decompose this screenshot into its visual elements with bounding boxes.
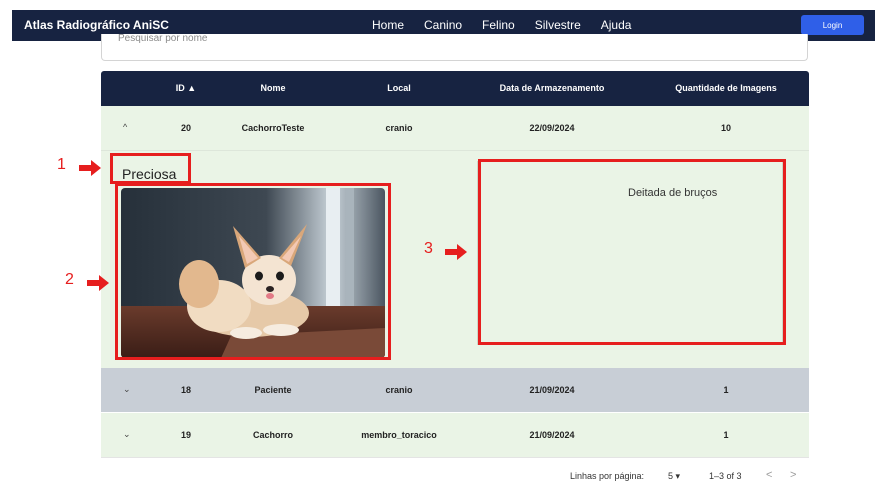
nav-felino[interactable]: Felino	[482, 18, 515, 32]
header-nome[interactable]: Nome	[260, 83, 285, 93]
nav-ajuda[interactable]: Ajuda	[601, 18, 632, 32]
cell-quantidade: 1	[723, 430, 729, 440]
cell-local: cranio	[385, 123, 413, 133]
table-row[interactable]: ⌄ 19 Cachorro membro_toracico 21/09/2024…	[101, 413, 809, 458]
cell-id: 18	[180, 385, 192, 395]
header-data[interactable]: Data de Armazenamento	[500, 83, 605, 93]
nav-home[interactable]: Home	[372, 18, 404, 32]
caret-down-icon: ▾	[675, 471, 681, 481]
chevron-down-icon[interactable]: ⌄	[123, 429, 131, 440]
chevron-down-icon[interactable]: ⌄	[123, 384, 131, 395]
nav-canino[interactable]: Canino	[424, 18, 462, 32]
cell-data: 21/09/2024	[529, 385, 575, 395]
header-quantidade[interactable]: Quantidade de Imagens	[675, 83, 777, 93]
annotation-number-2: 2	[65, 271, 74, 288]
search-field[interactable]	[101, 34, 808, 61]
arrow-right-icon	[445, 244, 467, 260]
pagination-range: 1–3 of 3	[709, 471, 742, 481]
rows-per-page-label: Linhas por página:	[570, 471, 645, 481]
cell-quantidade: 10	[720, 123, 732, 133]
annotation-number-1: 1	[57, 156, 66, 173]
table-row[interactable]: ^ 20 CachorroTeste cranio 22/09/2024 10	[101, 106, 809, 151]
arrow-right-icon	[87, 275, 109, 291]
header-id-sort[interactable]: ID ▲	[176, 83, 196, 93]
main-nav: Home Canino Felino Silvestre Ajuda	[372, 18, 631, 32]
annotation-box-2	[115, 183, 391, 360]
app-brand[interactable]: Atlas Radiográfico AniSC	[24, 18, 169, 32]
cell-nome: Paciente	[254, 385, 292, 395]
previous-page-icon[interactable]: <	[766, 469, 772, 481]
rows-per-page-select[interactable]: 5 ▾	[668, 471, 680, 482]
annotation-box-3	[478, 159, 786, 345]
cell-local: membro_toracico	[361, 430, 437, 440]
chevron-up-icon[interactable]: ^	[123, 122, 127, 132]
header-local[interactable]: Local	[387, 83, 411, 93]
cell-data: 22/09/2024	[529, 123, 575, 133]
annotation-box-1	[110, 153, 191, 184]
table-header: ID ▲ Nome Local Data de Armazenamento Qu…	[101, 71, 809, 106]
search-input[interactable]	[116, 34, 420, 45]
nav-silvestre[interactable]: Silvestre	[535, 18, 581, 32]
table-row[interactable]: ⌄ 18 Paciente cranio 21/09/2024 1	[101, 368, 809, 412]
cell-id: 20	[180, 123, 192, 133]
cell-data: 21/09/2024	[529, 430, 575, 440]
arrow-right-icon	[79, 160, 101, 176]
rows-per-page-value: 5	[668, 471, 674, 481]
cell-quantidade: 1	[723, 385, 729, 395]
login-button[interactable]: Login	[801, 15, 864, 35]
annotation-number-3: 3	[424, 240, 433, 257]
patients-table: ID ▲ Nome Local Data de Armazenamento Qu…	[101, 71, 809, 458]
cell-local: cranio	[385, 385, 413, 395]
cell-nome: CachorroTeste	[241, 123, 305, 133]
table-pagination: Linhas por página: 5 ▾ 1–3 of 3 < >	[101, 457, 809, 491]
next-page-icon[interactable]: >	[790, 469, 796, 481]
cell-nome: Cachorro	[252, 430, 294, 440]
cell-id: 19	[180, 430, 192, 440]
